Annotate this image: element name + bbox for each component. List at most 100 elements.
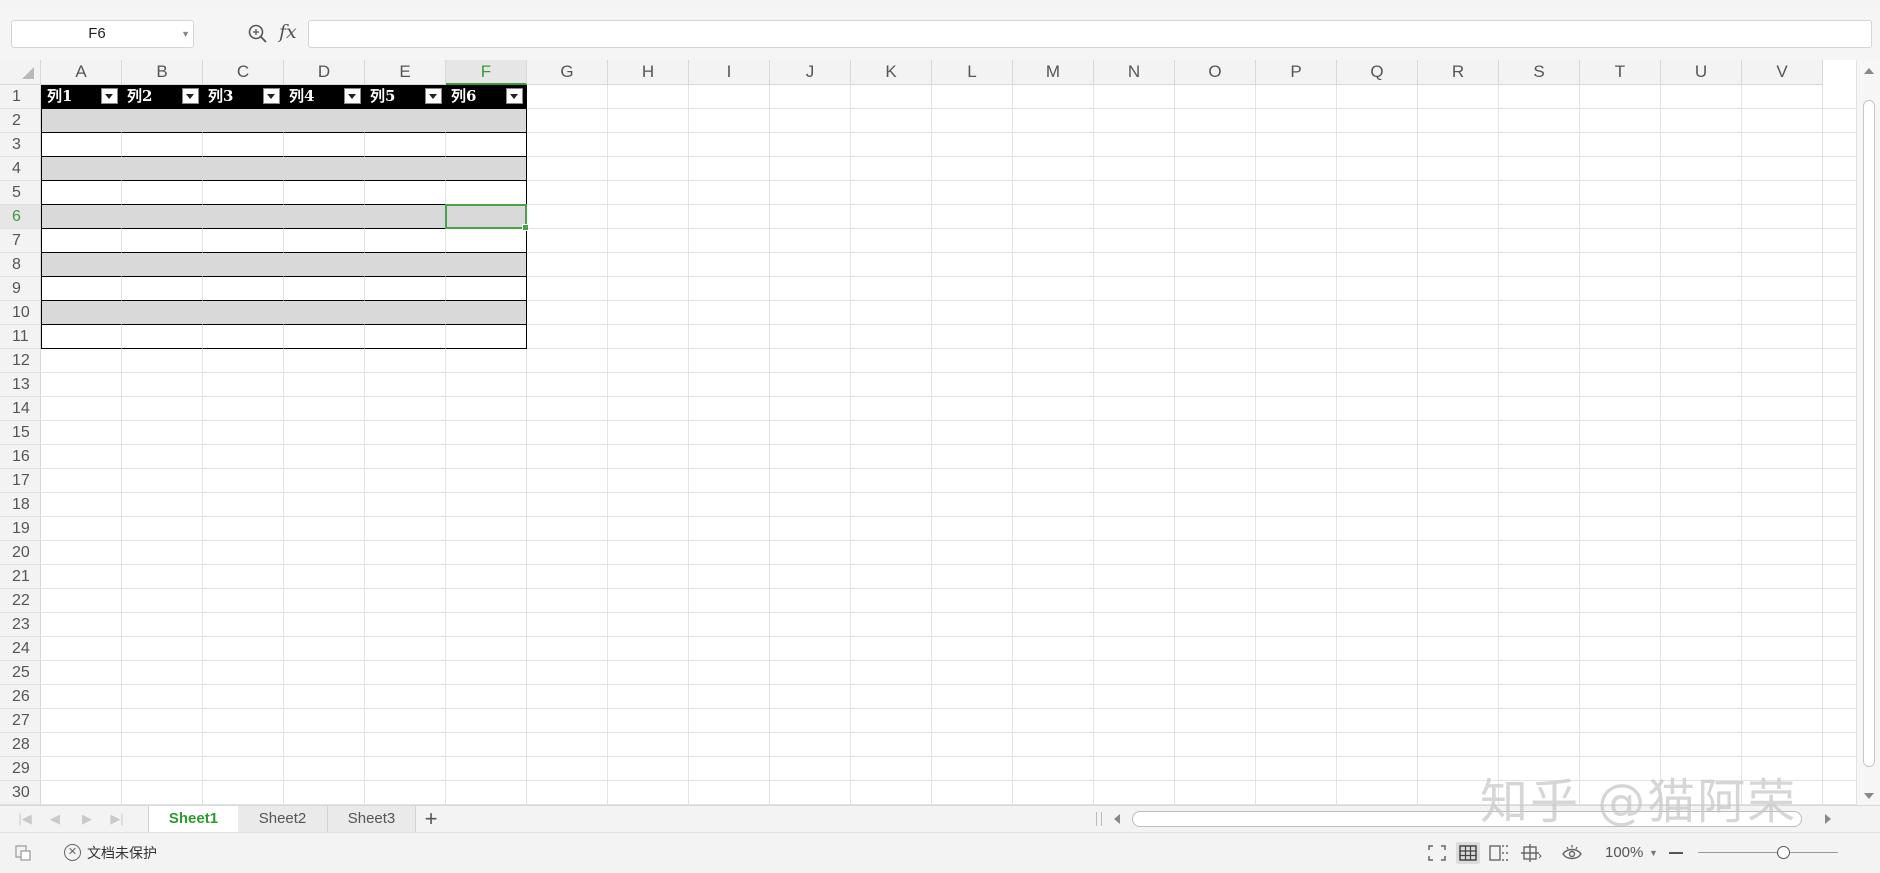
sheet-tab-sheet1[interactable]: Sheet1 [148,806,239,832]
table-cell[interactable] [284,181,365,205]
table-cell[interactable] [122,253,203,277]
chevron-down-icon[interactable]: ▼ [181,21,190,47]
table-cell[interactable] [203,325,284,349]
protection-status[interactable]: 文档未保护 [87,833,157,873]
table-cell[interactable] [41,205,122,229]
zoom-dropdown-icon[interactable]: ▼ [1649,833,1658,873]
filter-dropdown-icon[interactable] [263,88,280,104]
row-header-13[interactable]: 13 [0,373,41,397]
row-header-9[interactable]: 9 [0,277,41,301]
table-cell[interactable] [284,277,365,301]
column-header-d[interactable]: D [284,60,365,85]
column-header-j[interactable]: J [770,60,851,85]
select-all-corner[interactable] [0,60,41,85]
table-cell[interactable] [203,133,284,157]
scroll-right-icon[interactable] [1825,814,1831,824]
table-header-cell[interactable]: 列3 [203,85,284,109]
row-header-5[interactable]: 5 [0,181,41,205]
table-cell[interactable] [284,301,365,325]
zoom-search-icon[interactable] [246,22,270,46]
table-cell[interactable] [284,205,365,229]
row-header-25[interactable]: 25 [0,661,41,685]
row-header-23[interactable]: 23 [0,613,41,637]
table-cell[interactable] [122,109,203,133]
zoom-level[interactable]: 100% [1605,833,1643,873]
row-header-29[interactable]: 29 [0,757,41,781]
row-header-11[interactable]: 11 [0,325,41,349]
row-header-1[interactable]: 1 [0,85,41,109]
fx-icon[interactable]: fx [279,20,297,44]
table-cell[interactable] [41,253,122,277]
column-header-i[interactable]: I [689,60,770,85]
fill-handle[interactable] [522,224,529,231]
table-cell[interactable] [122,229,203,253]
table-cell[interactable] [122,157,203,181]
row-header-6[interactable]: 6 [0,205,41,229]
table-cell[interactable] [122,325,203,349]
document-status-icon[interactable] [14,844,32,862]
table-cell[interactable] [446,325,527,349]
table-cell[interactable] [446,157,527,181]
table-cell[interactable] [284,229,365,253]
column-header-b[interactable]: B [122,60,203,85]
table-cell[interactable] [365,109,446,133]
table-cell[interactable] [41,229,122,253]
column-header-t[interactable]: T [1580,60,1661,85]
row-header-17[interactable]: 17 [0,469,41,493]
table-cell[interactable] [446,181,527,205]
table-cell[interactable] [203,277,284,301]
table-cell[interactable] [284,157,365,181]
column-header-e[interactable]: E [365,60,446,85]
table-header-cell[interactable]: 列5 [365,85,446,109]
table-cell[interactable] [284,133,365,157]
table-cell[interactable] [446,277,527,301]
table-header-cell[interactable]: 列2 [122,85,203,109]
table-cell[interactable] [365,157,446,181]
table-cell[interactable] [365,229,446,253]
table-cell[interactable] [365,325,446,349]
filter-dropdown-icon[interactable] [344,88,361,104]
scroll-left-icon[interactable] [1114,814,1120,824]
filter-dropdown-icon[interactable] [425,88,442,104]
vertical-scrollbar[interactable] [1856,60,1880,805]
row-header-10[interactable]: 10 [0,301,41,325]
column-header-a[interactable]: A [41,60,122,85]
column-header-f[interactable]: F [446,60,527,85]
column-header-h[interactable]: H [608,60,689,85]
zoom-slider[interactable] [1698,852,1838,853]
row-header-19[interactable]: 19 [0,517,41,541]
table-cell[interactable] [284,325,365,349]
page-break-view-icon[interactable] [1487,842,1511,864]
column-header-r[interactable]: R [1418,60,1499,85]
row-header-27[interactable]: 27 [0,709,41,733]
column-header-g[interactable]: G [527,60,608,85]
row-header-16[interactable]: 16 [0,445,41,469]
reading-mode-icon[interactable] [1519,842,1543,864]
row-header-4[interactable]: 4 [0,157,41,181]
row-header-7[interactable]: 7 [0,229,41,253]
row-header-22[interactable]: 22 [0,589,41,613]
filter-dropdown-icon[interactable] [101,88,118,104]
table-header-cell[interactable]: 列6 [446,85,527,109]
split-handle-icon[interactable] [1096,812,1102,826]
row-header-28[interactable]: 28 [0,733,41,757]
zoom-slider-handle[interactable] [1777,846,1790,859]
table-cell[interactable] [203,205,284,229]
eye-protection-icon[interactable] [1560,842,1584,864]
table-cell[interactable] [203,109,284,133]
row-header-20[interactable]: 20 [0,541,41,565]
table-cell[interactable] [203,157,284,181]
table-cell[interactable] [365,205,446,229]
table-cell[interactable] [41,181,122,205]
column-header-u[interactable]: U [1661,60,1742,85]
column-header-m[interactable]: M [1013,60,1094,85]
table-cell[interactable] [284,109,365,133]
row-header-12[interactable]: 12 [0,349,41,373]
table-cell[interactable] [284,253,365,277]
table-cell[interactable] [122,301,203,325]
table-header-cell[interactable]: 列4 [284,85,365,109]
table-cell[interactable] [446,301,527,325]
table-cell[interactable] [203,229,284,253]
scroll-down-icon[interactable] [1864,793,1874,799]
row-header-30[interactable]: 30 [0,781,41,805]
